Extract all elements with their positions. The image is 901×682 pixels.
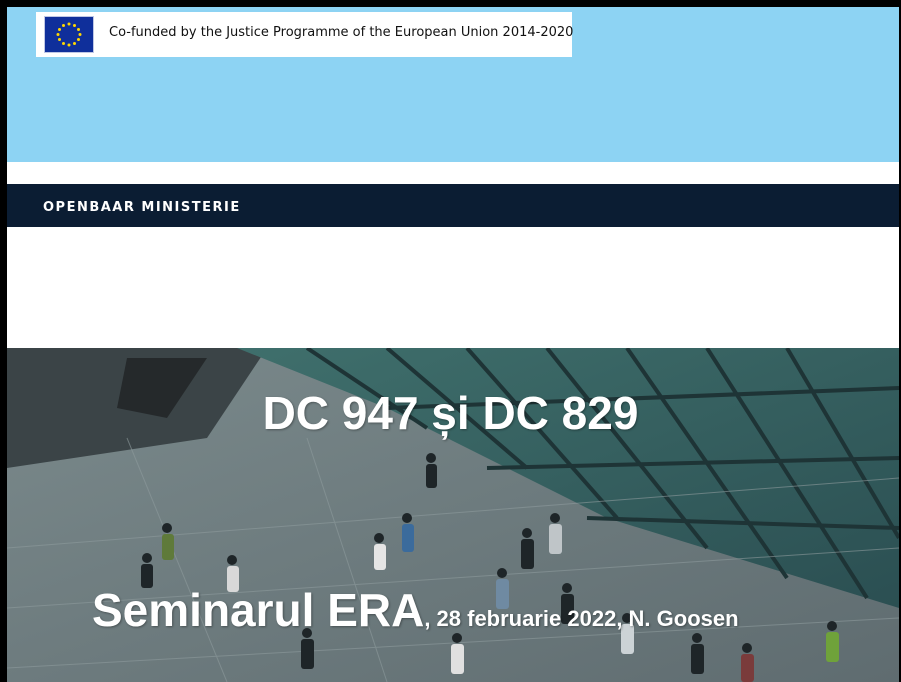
- blank-area: [7, 227, 899, 348]
- slide-frame-top: [0, 0, 901, 7]
- funding-text: Co-funded by the Justice Programme of th…: [109, 25, 574, 40]
- eu-funding-banner: Co-funded by the Justice Programme of th…: [36, 12, 574, 57]
- header-separator: [7, 162, 899, 184]
- ministry-name: OPENBAAR MINISTERIE: [43, 200, 241, 215]
- ministry-bar: OPENBAAR MINISTERIE: [7, 184, 899, 227]
- slide-subtitle: Seminarul ERA, 28 februarie 2022, N. Goo…: [92, 583, 739, 637]
- eu-flag-icon: [44, 16, 94, 53]
- seminar-name: Seminarul ERA: [92, 584, 425, 636]
- slide-frame-left: [0, 0, 7, 682]
- slide-title: DC 947 și DC 829: [262, 387, 639, 439]
- seminar-details: , 28 februarie 2022, N. Goosen: [424, 606, 739, 631]
